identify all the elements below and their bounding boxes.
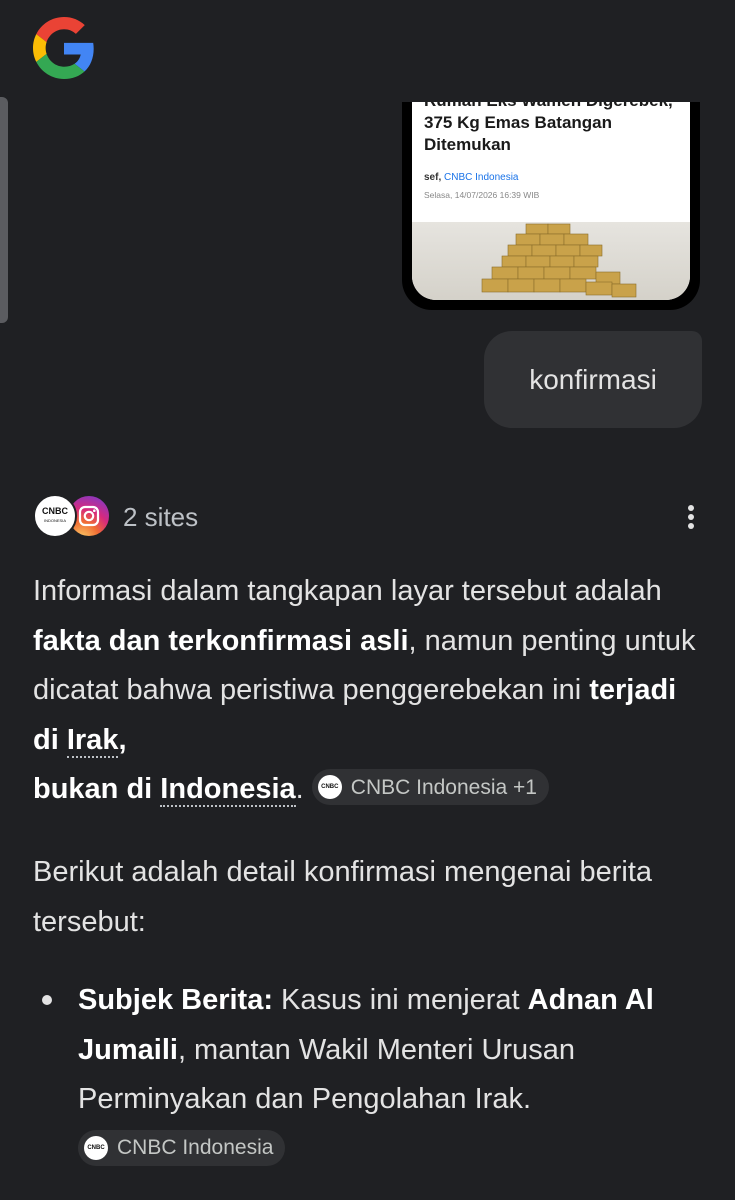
cnbc-indonesia-icon: CNBC (317, 775, 342, 800)
chip-logo-text: CNBC (321, 783, 339, 790)
sources-row[interactable]: CNBC INDONESIA 2 sites (33, 494, 703, 540)
text-segment: Informasi dalam tangkapan layar tersebut… (33, 575, 662, 607)
gold-bars-photo (412, 222, 690, 300)
more-options-icon[interactable] (679, 502, 703, 532)
article-author: sef, (424, 172, 442, 183)
article-source: CNBC Indonesia (444, 172, 519, 183)
article-title: Rumah Eks Wamen Digerebek, 375 Kg Emas B… (424, 102, 673, 154)
article-meta: sef, CNBC Indonesia (424, 172, 519, 183)
linked-term-irak[interactable]: Irak (66, 723, 119, 758)
text-segment: , (118, 723, 127, 756)
google-g-icon[interactable] (33, 17, 95, 79)
article-screenshot: Rumah Eks Wamen Digerebek, 375 Kg Emas B… (412, 102, 690, 300)
sources-count-label: 2 sites (123, 502, 199, 532)
user-message-text: konfirmasi (529, 363, 657, 395)
cnbc-indonesia-icon: CNBC INDONESIA (33, 494, 77, 538)
source-chip-label: CNBC Indonesia +1 (350, 775, 537, 799)
bullet-dot (42, 995, 52, 1005)
chip-logo-text: CNBC (87, 1145, 105, 1151)
bullet-label: Subjek Berita: (78, 984, 273, 1016)
response-paragraph-2: Berikut adalah detail konfirmasi mengena… (33, 856, 653, 938)
text-segment: bukan di (33, 773, 161, 805)
source-chip[interactable]: CNBC CNBC Indonesia (78, 1130, 286, 1166)
source-chip[interactable]: CNBC CNBC Indonesia +1 (311, 769, 549, 806)
bold-text: fakta dan terkonfirmasi asli (33, 624, 409, 657)
response-paragraph-1: Informasi dalam tangkapan layar tersebut… (33, 567, 703, 815)
source-chip-label: CNBC Indonesia (117, 1136, 274, 1159)
linked-term-indonesia[interactable]: Indonesia (160, 773, 296, 807)
shared-image-thumbnail[interactable]: Rumah Eks Wamen Digerebek, 375 Kg Emas B… (402, 102, 700, 310)
bullet-item: Subjek Berita: Kasus ini menjerat Adnan … (78, 976, 708, 1125)
user-message-bubble: konfirmasi (484, 331, 702, 428)
gold-bars-image (481, 223, 637, 298)
text-segment: . (295, 773, 304, 805)
article-date: Selasa, 14/07/2026 16:39 WIB (424, 190, 540, 200)
cnbc-indonesia-icon: CNBC (84, 1136, 108, 1160)
scrollbar[interactable] (0, 97, 8, 323)
cnbc-logo-text: CNBC (42, 506, 68, 516)
cnbc-logo-sub: INDONESIA (43, 518, 66, 523)
text-segment: Kasus ini menjerat (273, 984, 528, 1016)
